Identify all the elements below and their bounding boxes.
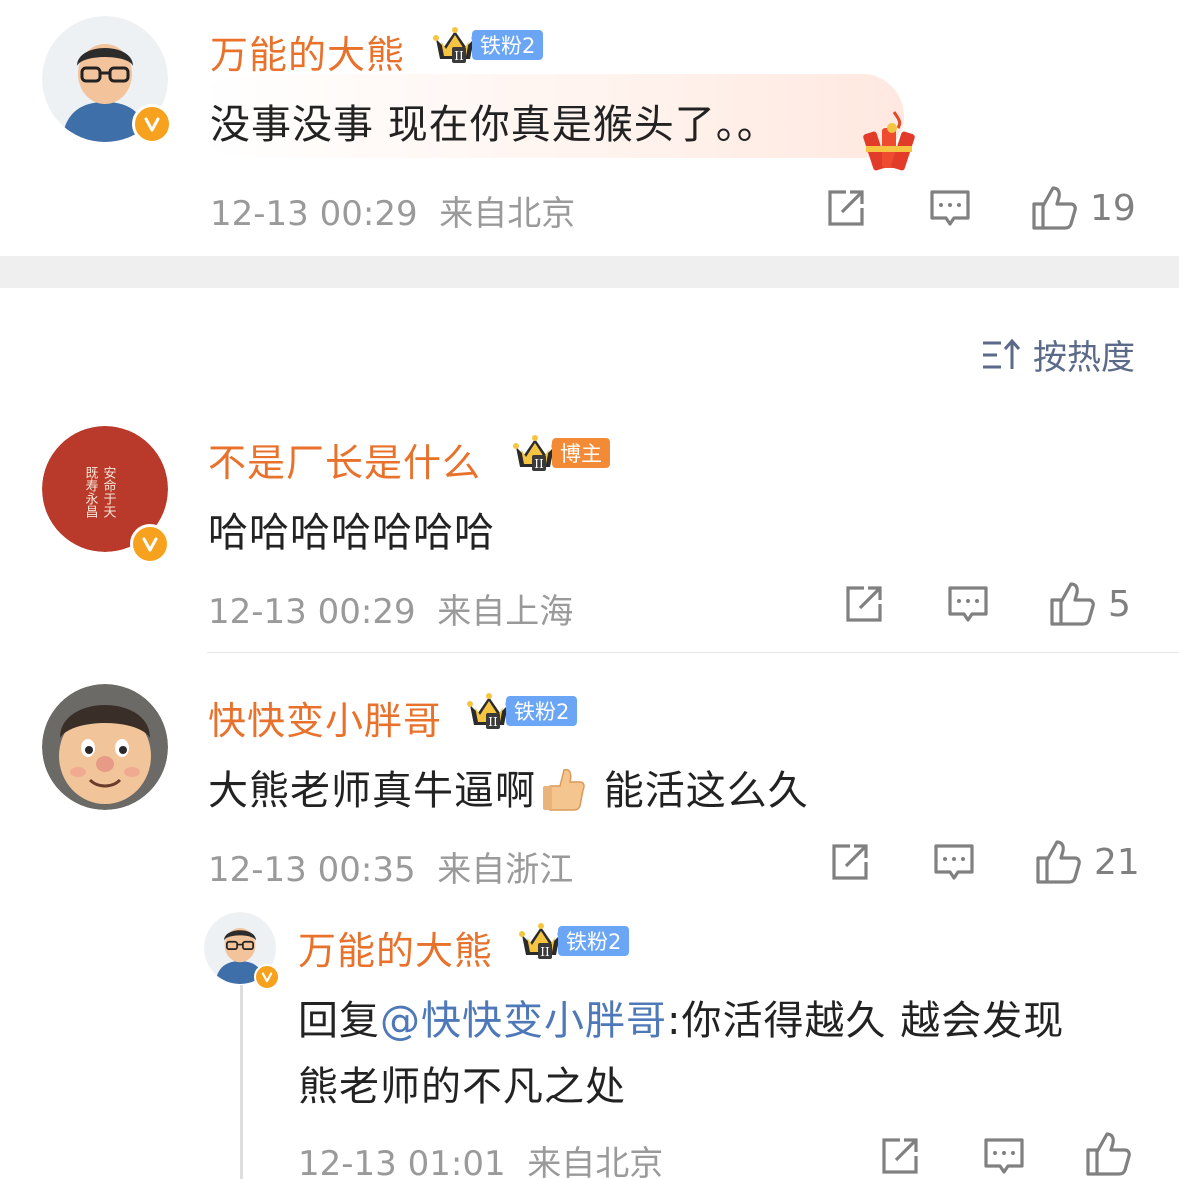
- thumbs-up-icon: [1030, 184, 1078, 232]
- like-button[interactable]: 21: [1034, 838, 1140, 886]
- location: 来自浙江: [437, 850, 574, 890]
- timestamp: 12-13 00:35: [208, 850, 416, 890]
- comment-meta: 12-13 00:29 来自上海: [208, 584, 573, 633]
- comment-icon: [932, 840, 976, 884]
- reply-item: 万能的大熊 铁粉2 回复@快快变小胖哥:你活得越久 越会发现 熊老师的不凡之处 …: [0, 908, 1179, 1179]
- like-count: 21: [1094, 841, 1140, 883]
- mention-link[interactable]: @快快变小胖哥: [380, 998, 667, 1044]
- reply-text-line1: :你活得越久 越会发现: [667, 998, 1065, 1044]
- comment-item: 安命于天 既寿永昌 不是厂长是什么 博主 哈哈哈哈哈哈哈 12-13 00:29…: [0, 412, 1179, 652]
- avatar[interactable]: [42, 684, 168, 810]
- sort-icon: [983, 338, 1021, 369]
- avatar[interactable]: [204, 912, 280, 990]
- location: 来自上海: [437, 592, 574, 632]
- verified-v-icon: [254, 964, 280, 990]
- section-divider: [0, 256, 1179, 288]
- fan-badge[interactable]: 铁粉2: [432, 28, 544, 62]
- badge-label: 铁粉2: [472, 30, 544, 60]
- comment-button[interactable]: [982, 1134, 1026, 1178]
- comment-meta: 12-13 00:29 来自北京: [210, 186, 575, 235]
- badge-label: 铁粉2: [506, 696, 578, 726]
- share-icon: [828, 840, 872, 884]
- comment-meta: 12-13 01:01 来自北京: [298, 1136, 663, 1179]
- fan-badge[interactable]: 铁粉2: [518, 924, 630, 958]
- username[interactable]: 万能的大熊: [298, 920, 493, 975]
- share-button[interactable]: [842, 582, 886, 626]
- thumbs-up-icon: [1084, 1130, 1132, 1178]
- verified-v-icon: [132, 104, 172, 144]
- username[interactable]: 快快变小胖哥: [208, 690, 442, 745]
- reply-prefix: 回复: [298, 998, 380, 1044]
- share-button[interactable]: [824, 186, 868, 230]
- sort-toggle[interactable]: 按热度: [981, 330, 1135, 379]
- reply-text: 回复@快快变小胖哥:你活得越久 越会发现: [298, 988, 1064, 1046]
- comment-item: 万能的大熊 铁粉2 没事没事 现在你真是猴头了。。 12-13 00:29 来自…: [0, 0, 1179, 256]
- badge-label: 博主: [552, 438, 610, 468]
- comment-text: 大熊老师真牛逼啊 能活这么久: [208, 758, 809, 816]
- location: 来自北京: [439, 194, 576, 234]
- comment-button[interactable]: [928, 186, 972, 230]
- like-count: 19: [1090, 187, 1136, 229]
- avatar[interactable]: 安命于天 既寿永昌: [42, 426, 170, 564]
- comment-text: 哈哈哈哈哈哈哈: [208, 510, 495, 556]
- avatar[interactable]: [42, 16, 172, 144]
- svg-text:安命于天: 安命于天: [101, 466, 117, 518]
- like-count: 5: [1108, 583, 1131, 625]
- share-icon: [842, 582, 886, 626]
- badge-label: 铁粉2: [558, 926, 630, 956]
- reply-text-line2: 熊老师的不凡之处: [298, 1064, 626, 1110]
- username[interactable]: 不是厂长是什么: [208, 432, 481, 487]
- svg-text:既寿永昌: 既寿永昌: [83, 466, 99, 518]
- share-button[interactable]: [878, 1134, 922, 1178]
- share-icon: [878, 1134, 922, 1178]
- thumbs-up-icon: [1048, 580, 1096, 628]
- username[interactable]: 万能的大熊: [210, 24, 405, 79]
- comment-icon: [982, 1134, 1026, 1178]
- comment-item: 快快变小胖哥 铁粉2 大熊老师真牛逼啊 能活这么久 12-13 00:35 来自…: [0, 672, 1179, 912]
- location: 来自北京: [527, 1144, 664, 1179]
- timestamp: 12-13 01:01: [298, 1144, 506, 1179]
- comment-text: 没事没事 现在你真是猴头了。。: [210, 102, 778, 148]
- comment-button[interactable]: [946, 582, 990, 626]
- firecracker-icon: [863, 111, 915, 171]
- timestamp: 12-13 00:29: [208, 592, 416, 632]
- like-button[interactable]: [1084, 1130, 1132, 1178]
- thumbs-up-emoji: [543, 768, 585, 811]
- like-button[interactable]: 19: [1030, 184, 1136, 232]
- comment-button[interactable]: [932, 840, 976, 884]
- share-icon: [824, 186, 868, 230]
- comment-text-part: 能活这么久: [590, 768, 809, 814]
- like-button[interactable]: 5: [1048, 580, 1131, 628]
- comment-separator: [207, 652, 1179, 653]
- verified-v-icon: [130, 524, 170, 564]
- timestamp: 12-13 00:29: [210, 194, 418, 234]
- thumbs-up-icon: [1034, 838, 1082, 886]
- comment-text-part: 大熊老师真牛逼啊: [208, 768, 536, 814]
- share-button[interactable]: [828, 840, 872, 884]
- fan-badge[interactable]: 铁粉2: [466, 694, 578, 728]
- comment-icon: [946, 582, 990, 626]
- blogger-badge[interactable]: 博主: [512, 436, 610, 470]
- sort-label: 按热度: [1033, 338, 1135, 378]
- comment-icon: [928, 186, 972, 230]
- comment-meta: 12-13 00:35 来自浙江: [208, 842, 573, 891]
